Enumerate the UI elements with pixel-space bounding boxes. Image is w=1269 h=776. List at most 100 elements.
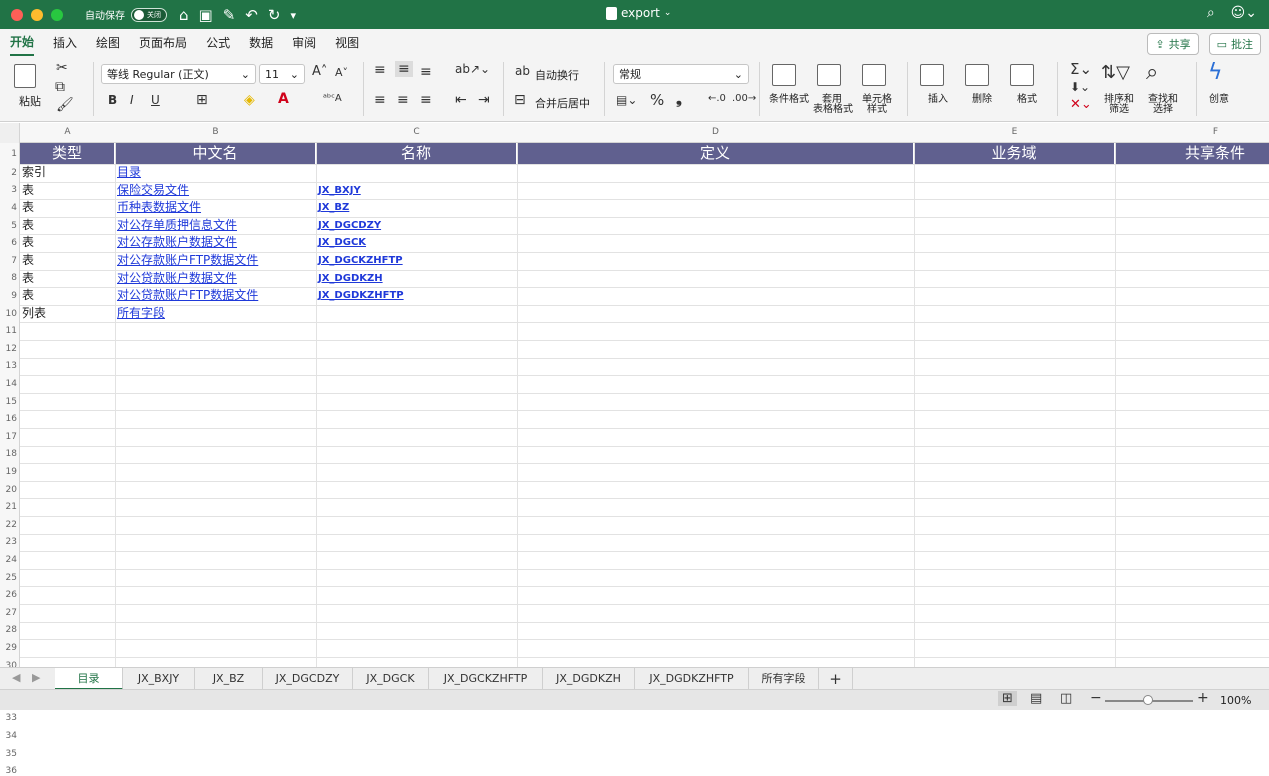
col-header-f[interactable]: F: [1115, 127, 1269, 137]
tab-home[interactable]: 开始: [10, 29, 35, 56]
cell-name-link[interactable]: JX_DGCDZY: [316, 217, 381, 234]
row-number[interactable]: 7: [0, 256, 17, 266]
header-cell-definition[interactable]: 定义: [517, 143, 914, 164]
row-number[interactable]: 28: [0, 625, 17, 635]
zoom-out-button[interactable]: −: [1090, 690, 1102, 706]
cell-type[interactable]: 列表: [20, 305, 46, 322]
align-center-icon[interactable]: ≡: [397, 92, 409, 108]
cell-type[interactable]: 表: [20, 270, 34, 287]
row-number[interactable]: 25: [0, 573, 17, 583]
sheet-tab[interactable]: 目录: [55, 668, 123, 690]
row-number[interactable]: 9: [0, 291, 17, 301]
row-number[interactable]: 27: [0, 608, 17, 618]
undo-icon[interactable]: ↶: [245, 6, 258, 24]
page-layout-view-icon[interactable]: ▤: [1030, 691, 1042, 706]
font-name-select[interactable]: 等线 Regular (正文) ⌄: [101, 64, 256, 84]
number-format-select[interactable]: 常规 ⌄: [613, 64, 749, 84]
search-icon[interactable]: ⌕: [1207, 5, 1215, 21]
delete-cells-icon[interactable]: [965, 64, 989, 86]
zoom-slider-knob[interactable]: [1143, 695, 1153, 705]
clear-icon[interactable]: ✕⌄: [1070, 97, 1092, 112]
italic-icon[interactable]: I: [130, 93, 134, 107]
header-cell-domain[interactable]: 业务域: [914, 143, 1115, 164]
align-left-icon[interactable]: ≡: [374, 92, 386, 108]
row-number[interactable]: 15: [0, 397, 17, 407]
row-number[interactable]: 34: [0, 731, 17, 741]
cell-type[interactable]: 表: [20, 217, 34, 234]
ideas-icon[interactable]: ϟ: [1208, 60, 1223, 85]
cell-name-link[interactable]: JX_DGCKZHFTP: [316, 252, 403, 269]
document-name[interactable]: export: [621, 6, 660, 20]
save-icon[interactable]: ▣: [199, 6, 213, 24]
sheet-tab[interactable]: JX_BZ: [195, 668, 263, 690]
sheet-tab[interactable]: 所有字段: [749, 668, 819, 690]
sheet-grid[interactable]: 类型 中文名 名称 定义 业务域 共享条件 索引 目录表 保险交易文件 JX_BXJY…: [20, 143, 1269, 667]
row-number[interactable]: 22: [0, 520, 17, 530]
accounting-format-icon[interactable]: ▤⌄: [616, 93, 637, 107]
row-number[interactable]: 8: [0, 273, 17, 283]
orientation-icon[interactable]: ab↗⌄: [455, 62, 490, 76]
paste-icon[interactable]: [14, 64, 36, 88]
sort-filter-label-2[interactable]: 筛选: [1109, 104, 1129, 115]
cell-cn-name-link[interactable]: 所有字段: [115, 305, 165, 322]
cell-name-link[interactable]: JX_DGCK: [316, 234, 366, 251]
paste-label[interactable]: 粘贴: [19, 93, 41, 109]
autosum-icon[interactable]: Σ⌄: [1070, 60, 1092, 78]
row-number[interactable]: 5: [0, 221, 17, 231]
fill-icon[interactable]: ⬇⌄: [1070, 80, 1090, 94]
merge-center-icon[interactable]: ⊟: [514, 92, 526, 108]
row-number[interactable]: 11: [0, 326, 17, 336]
cell-styles-label-2[interactable]: 样式: [867, 104, 887, 115]
close-window-button[interactable]: [11, 8, 23, 21]
tab-formulas[interactable]: 公式: [206, 30, 230, 55]
decrease-decimal-icon[interactable]: .00→: [732, 93, 756, 104]
wrap-text-button[interactable]: 自动换行: [535, 67, 579, 83]
tab-view[interactable]: 视图: [335, 30, 359, 55]
wrap-text-icon[interactable]: ab: [515, 64, 530, 78]
next-sheet-icon[interactable]: ▶: [32, 671, 40, 684]
normal-view-icon[interactable]: ⊞: [998, 691, 1017, 706]
fill-color-icon[interactable]: ◈: [244, 92, 255, 108]
row-number[interactable]: 16: [0, 414, 17, 424]
insert-cells-icon[interactable]: [920, 64, 944, 86]
format-as-table-label-2[interactable]: 表格格式: [813, 104, 853, 115]
row-number[interactable]: 18: [0, 449, 17, 459]
cell-type[interactable]: 表: [20, 287, 34, 304]
row-number[interactable]: 10: [0, 309, 17, 319]
format-cells-icon[interactable]: [1010, 64, 1034, 86]
decrease-font-icon[interactable]: A˅: [335, 66, 348, 79]
find-select-icon[interactable]: ⌕: [1146, 60, 1158, 85]
ideas-label[interactable]: 创意: [1209, 94, 1229, 105]
cell-type[interactable]: 表: [20, 234, 34, 251]
tab-data[interactable]: 数据: [249, 30, 273, 55]
tab-insert[interactable]: 插入: [53, 30, 77, 55]
cell-name-link[interactable]: JX_DGDKZH: [316, 270, 383, 287]
cell-cn-name-link[interactable]: 对公存单质押信息文件: [115, 217, 237, 234]
row-number[interactable]: 6: [0, 238, 17, 248]
cut-icon[interactable]: ✂: [56, 60, 68, 76]
cell-cn-name-link[interactable]: 保险交易文件: [115, 182, 189, 199]
font-color-icon[interactable]: A: [278, 91, 289, 107]
zoom-level[interactable]: 100%: [1220, 694, 1251, 707]
cell-name-link[interactable]: JX_DGDKZHFTP: [316, 287, 404, 304]
decrease-indent-icon[interactable]: ⇤: [455, 92, 467, 108]
copy-icon[interactable]: ⧉: [55, 79, 65, 95]
prev-sheet-icon[interactable]: ◀: [12, 671, 20, 684]
sort-filter-icon[interactable]: ⇅▽: [1101, 62, 1130, 83]
cell-type[interactable]: 表: [20, 252, 34, 269]
edit-icon[interactable]: ✎: [223, 6, 236, 24]
header-cell-type[interactable]: 类型: [20, 143, 115, 164]
underline-icon[interactable]: U: [151, 93, 160, 107]
row-number[interactable]: 20: [0, 485, 17, 495]
customize-icon[interactable]: ▾: [290, 6, 296, 24]
sheet-tab[interactable]: JX_BXJY: [123, 668, 195, 690]
col-header-c[interactable]: C: [316, 127, 517, 137]
cell-cn-name-link[interactable]: 对公贷款账户数据文件: [115, 270, 237, 287]
row-number[interactable]: 12: [0, 344, 17, 354]
share-button[interactable]: ⇪ 共享: [1147, 33, 1199, 55]
header-cell-name[interactable]: 名称: [316, 143, 517, 164]
conditional-format-icon[interactable]: [772, 64, 796, 86]
row-number[interactable]: 2: [0, 168, 17, 178]
tab-review[interactable]: 审阅: [292, 30, 316, 55]
cell-name-link[interactable]: JX_BZ: [316, 199, 349, 216]
